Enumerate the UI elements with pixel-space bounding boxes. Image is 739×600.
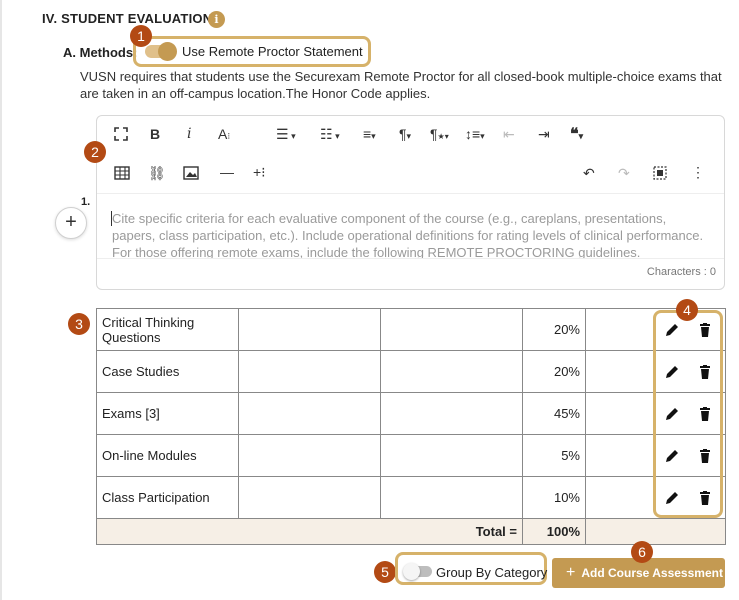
fullscreen-icon[interactable]	[114, 127, 128, 144]
total-value: 100%	[522, 518, 586, 545]
insert-image-icon[interactable]	[183, 166, 199, 183]
align-icon[interactable]: ≡▾	[363, 126, 376, 142]
remote-proctor-toggle[interactable]	[145, 42, 177, 61]
editor-divider	[97, 193, 724, 194]
section-title: IV. STUDENT EVALUATION	[42, 11, 213, 26]
delete-icon[interactable]	[697, 322, 713, 338]
add-course-assessment-label: Add Course Assessment	[581, 566, 723, 580]
line-height-icon[interactable]: ↕≡▾	[465, 126, 485, 142]
italic-icon[interactable]: i	[187, 126, 191, 142]
total-label: Total =	[96, 518, 523, 545]
callout-1: 1	[130, 25, 152, 47]
quote-icon[interactable]: ❝▾	[570, 124, 583, 144]
paragraph-style-icon[interactable]: ¶★▾	[430, 126, 449, 142]
delete-icon[interactable]	[697, 448, 713, 464]
remote-proctor-toggle-label: Use Remote Proctor Statement	[182, 44, 363, 59]
assessment-weight: 45%	[522, 392, 586, 435]
editor-placeholder[interactable]: Cite specific criteria for each evaluati…	[112, 210, 712, 258]
delete-icon[interactable]	[697, 406, 713, 422]
callout-4: 4	[676, 299, 698, 321]
methods-label: A. Methods:	[63, 45, 138, 60]
edit-icon[interactable]	[664, 490, 680, 506]
delete-icon[interactable]	[697, 490, 713, 506]
empty-cell	[238, 308, 381, 351]
info-icon[interactable]: i	[208, 11, 225, 28]
toggle-knob	[158, 42, 177, 61]
undo-icon[interactable]: ↶	[583, 165, 595, 182]
insert-table-icon[interactable]	[114, 166, 130, 183]
outdent-icon[interactable]: ⇤	[503, 126, 515, 143]
list-number: 1.	[81, 196, 91, 208]
empty-cell	[238, 350, 381, 393]
empty-cell	[238, 476, 381, 519]
total-empty-cell	[585, 518, 726, 545]
character-count: Characters : 0	[646, 266, 716, 278]
group-by-category-toggle[interactable]	[403, 563, 432, 580]
bold-icon[interactable]: B	[150, 126, 160, 142]
edit-icon[interactable]	[664, 448, 680, 464]
assessment-name: Critical Thinking Questions	[96, 308, 239, 351]
table-row: Case Studies 20%	[96, 350, 726, 393]
insert-link-icon[interactable]: ⛓	[148, 165, 166, 182]
assessment-name: Class Participation	[96, 476, 239, 519]
delete-icon[interactable]	[697, 364, 713, 380]
assessment-weight: 5%	[522, 434, 586, 477]
assessment-table: Critical Thinking Questions 20% Case Stu…	[96, 308, 726, 545]
more-insert-icon[interactable]: +⁝	[253, 164, 266, 181]
add-block-button[interactable]: +	[55, 207, 87, 239]
assessment-name: Case Studies	[96, 350, 239, 393]
assessment-name: On-line Modules	[96, 434, 239, 477]
table-row: Class Participation 10%	[96, 476, 726, 519]
editor-footer-divider	[97, 258, 724, 259]
empty-cell	[380, 392, 523, 435]
paragraph-format-icon[interactable]: ¶▾	[399, 126, 411, 142]
unordered-list-icon[interactable]: ☷ ▾	[320, 126, 340, 143]
table-row: On-line Modules 5%	[96, 434, 726, 477]
table-row: Exams [3] 45%	[96, 392, 726, 435]
more-options-icon[interactable]: ⋮	[691, 164, 705, 181]
ordered-list-icon[interactable]: ☰ ▾	[276, 126, 296, 143]
page-left-border	[0, 0, 2, 600]
empty-cell	[238, 392, 381, 435]
callout-5: 5	[374, 561, 396, 583]
callout-3: 3	[68, 313, 90, 335]
edit-icon[interactable]	[664, 364, 680, 380]
assessment-name: Exams [3]	[96, 392, 239, 435]
toggle-knob	[403, 563, 420, 580]
font-size-icon[interactable]: A⁝	[218, 126, 230, 142]
assessment-weight: 10%	[522, 476, 586, 519]
methods-description: VUSN requires that students use the Secu…	[80, 69, 722, 101]
redo-icon[interactable]: ↷	[618, 165, 630, 182]
empty-cell	[380, 308, 523, 351]
empty-cell	[380, 476, 523, 519]
edit-icon[interactable]	[664, 322, 680, 338]
empty-cell	[238, 434, 381, 477]
total-row: Total = 100%	[96, 518, 726, 545]
empty-cell	[380, 434, 523, 477]
empty-cell	[380, 350, 523, 393]
group-by-category-label: Group By Category	[436, 565, 548, 580]
table-row: Critical Thinking Questions 20%	[96, 308, 726, 351]
assessment-weight: 20%	[522, 308, 586, 351]
plus-icon: +	[566, 564, 576, 581]
select-all-icon[interactable]	[653, 166, 667, 183]
indent-icon[interactable]: ⇥	[538, 126, 550, 143]
callout-6: 6	[631, 541, 653, 563]
callout-2: 2	[84, 141, 106, 163]
edit-icon[interactable]	[664, 406, 680, 422]
horizontal-line-icon[interactable]: —	[220, 164, 234, 180]
assessment-weight: 20%	[522, 350, 586, 393]
